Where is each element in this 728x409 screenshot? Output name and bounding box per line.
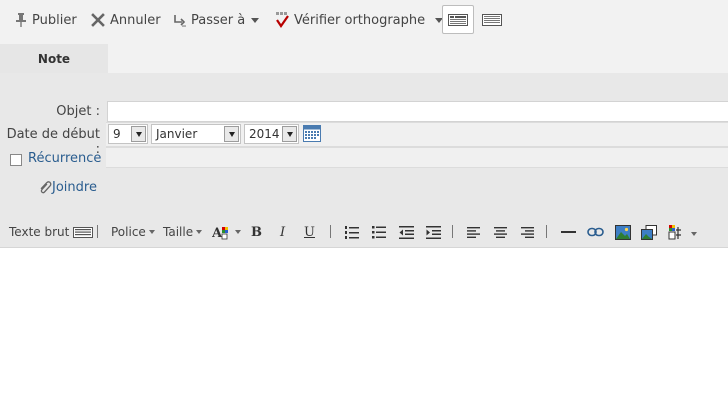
month-select[interactable]: Janvier <box>151 124 241 144</box>
outdent-icon[interactable] <box>399 226 414 239</box>
recurrence-link[interactable]: Récurrence <box>28 151 101 166</box>
move-icon <box>174 15 186 27</box>
view-layout-one-button[interactable] <box>442 5 474 34</box>
chevron-down-icon <box>131 126 146 142</box>
pin-icon <box>16 13 26 27</box>
plain-text-label: Texte brut <box>9 225 70 239</box>
goto-label: Passer à <box>191 12 246 28</box>
main-toolbar: Publier Annuler Passer à Vérifier orthog… <box>0 0 728 44</box>
size-label: Taille <box>163 225 194 239</box>
image-icon[interactable] <box>615 225 631 240</box>
cancel-label: Annuler <box>110 12 161 28</box>
recurrence-row <box>106 147 728 168</box>
svg-text:A: A <box>212 226 223 240</box>
text-color-icon: A <box>212 226 228 240</box>
font-select[interactable]: Police <box>111 224 155 240</box>
toolbar-divider <box>546 225 547 238</box>
year-value: 2014 <box>249 127 280 141</box>
italic-button[interactable]: I <box>280 224 285 240</box>
size-select[interactable]: Taille <box>163 224 203 240</box>
bold-button[interactable]: B <box>251 224 262 240</box>
note-form: Objet : Date de début : 9 Janvier 2014 R… <box>0 73 728 215</box>
align-center-icon[interactable] <box>494 227 507 238</box>
chevron-down-icon <box>282 126 297 142</box>
publish-button[interactable]: Publier <box>15 9 77 31</box>
toolbar-divider <box>330 225 331 238</box>
tab-note-label: Note <box>37 51 71 66</box>
day-select[interactable]: 9 <box>108 124 148 144</box>
day-value: 9 <box>113 127 121 141</box>
spellcheck-icon <box>276 12 289 28</box>
close-icon <box>91 13 105 27</box>
view-layout-two-button[interactable] <box>476 5 508 34</box>
keyboard-icon <box>73 226 94 238</box>
font-label: Police <box>111 225 146 239</box>
subject-label: Objet : <box>56 104 100 119</box>
month-value: Janvier <box>156 127 198 141</box>
chevron-down-icon <box>251 17 260 23</box>
tab-note[interactable]: Note <box>0 44 108 73</box>
chevron-down-icon <box>148 230 155 234</box>
chevron-down-icon[interactable] <box>691 232 697 236</box>
publish-label: Publier <box>32 12 77 28</box>
gallery-icon[interactable] <box>641 225 657 240</box>
recurrence-checkbox[interactable] <box>10 154 22 166</box>
subject-input[interactable] <box>107 101 728 122</box>
year-select[interactable]: 2014 <box>244 124 299 144</box>
calendar-icon[interactable] <box>303 125 321 142</box>
ordered-list-icon[interactable] <box>345 226 359 239</box>
link-icon[interactable] <box>587 227 604 237</box>
spellcheck-label: Vérifier orthographe <box>294 12 426 28</box>
underline-button[interactable]: U <box>304 224 315 240</box>
chevron-down-icon <box>196 230 203 234</box>
toolbar-divider <box>452 225 453 238</box>
special-chars-icon[interactable] <box>668 225 684 240</box>
bullet-list-icon[interactable] <box>372 226 386 239</box>
layout-list-icon <box>482 13 502 26</box>
editor-body[interactable] <box>0 248 728 409</box>
text-color-button[interactable]: A <box>212 224 241 240</box>
align-right-icon[interactable] <box>521 227 534 238</box>
goto-button[interactable]: Passer à <box>172 9 260 31</box>
tab-bar: Note <box>0 44 728 73</box>
spellcheck-button[interactable]: Vérifier orthographe <box>275 9 444 31</box>
layout-header-icon <box>448 13 468 26</box>
horizontal-rule-icon[interactable] <box>561 231 576 234</box>
editor-toolbar: Texte brut Police Taille A B I U <box>0 215 728 248</box>
attach-button[interactable]: Joindre <box>38 180 97 195</box>
cancel-button[interactable]: Annuler <box>91 9 161 31</box>
align-left-icon[interactable] <box>467 227 480 238</box>
chevron-down-icon <box>224 126 239 142</box>
indent-icon[interactable] <box>426 226 441 239</box>
chevron-down-icon <box>235 230 241 234</box>
paperclip-icon <box>40 181 52 194</box>
plain-text-button[interactable]: Texte brut <box>9 224 94 240</box>
toolbar-divider <box>97 225 98 238</box>
attach-label: Joindre <box>52 180 97 195</box>
